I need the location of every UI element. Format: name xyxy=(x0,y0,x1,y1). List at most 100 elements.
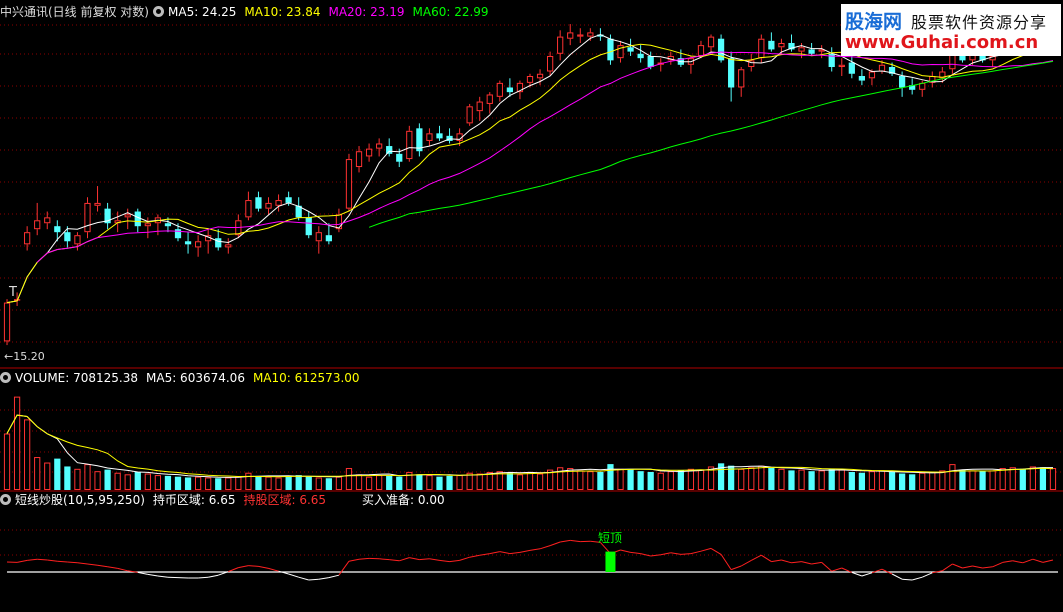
indicator-segment xyxy=(560,539,571,543)
indicator-segment xyxy=(801,561,812,565)
volume-header: VOLUME: 708125.38 MA5: 603674.06 MA10: 612… xyxy=(0,370,368,386)
indicator-segment xyxy=(962,565,973,569)
volume-bar xyxy=(235,476,242,490)
chart-title: 中兴通讯(日线 前复权 对数) xyxy=(0,5,149,19)
candle-body xyxy=(758,38,765,59)
indicator-header: 短线炒股(10,5,95,250) 持币区域: 6.65 持股区域: 6.65 买入准… xyxy=(0,492,453,508)
volume-bar xyxy=(878,470,886,490)
candle-body xyxy=(959,55,966,61)
indicator-segment xyxy=(87,563,98,566)
indicator-segment xyxy=(831,567,842,572)
volume-bar xyxy=(265,476,272,490)
indicator-segment xyxy=(1002,560,1013,563)
volume-bar xyxy=(3,433,11,490)
candle-body xyxy=(546,55,554,72)
indicator-segment xyxy=(912,576,923,581)
indicator-segment xyxy=(720,554,732,570)
volume-bar xyxy=(355,474,363,490)
volume-bar xyxy=(828,468,835,490)
volume-bar xyxy=(94,471,101,490)
candle-body xyxy=(144,223,151,227)
settings-gear-icon[interactable] xyxy=(153,6,164,17)
indicator-segment xyxy=(690,550,702,555)
candle-body xyxy=(335,214,343,230)
stock-chart xyxy=(0,24,1063,581)
indicator-segment xyxy=(1022,558,1034,564)
candle-body xyxy=(406,130,413,160)
candle-body xyxy=(44,217,51,224)
candle-body xyxy=(607,38,614,61)
volume-bars xyxy=(3,396,1057,491)
candle-body xyxy=(174,229,182,239)
candle-body xyxy=(557,36,564,54)
volume-bar xyxy=(376,475,383,491)
volume-bar xyxy=(969,470,976,490)
indicator-segment xyxy=(660,552,671,556)
indicator-segment xyxy=(16,559,28,563)
volume-bar xyxy=(868,471,876,490)
candle-body xyxy=(84,202,91,233)
indicator-segment xyxy=(972,565,983,569)
indicator-segment xyxy=(379,558,390,561)
volume-ma-lines xyxy=(6,414,1054,478)
volume-bar xyxy=(245,472,252,491)
volume-bar xyxy=(134,471,141,490)
volume-bar xyxy=(536,473,544,490)
indicator-segment xyxy=(620,549,631,553)
candle-body xyxy=(496,82,503,97)
indicator-segment xyxy=(248,565,259,567)
volume-bar xyxy=(84,464,91,491)
settings-gear-icon[interactable] xyxy=(0,372,11,383)
candle-body xyxy=(466,106,473,124)
volume-bar xyxy=(949,464,956,491)
volume-bar xyxy=(255,475,262,490)
volume-bar xyxy=(587,471,594,490)
volume-bar xyxy=(989,470,996,490)
candle-body xyxy=(868,71,876,79)
volume-bar xyxy=(1019,468,1026,490)
ma5-readout: MA5: 24.25 xyxy=(168,5,237,19)
candle-body xyxy=(768,40,775,50)
volume-bar xyxy=(486,471,493,491)
candle-body xyxy=(536,73,544,79)
volume-bar xyxy=(154,475,162,491)
indicator-segment xyxy=(137,571,148,575)
indicator-segment xyxy=(27,558,38,561)
volume-bar xyxy=(54,458,61,490)
volume-bar xyxy=(647,471,654,490)
volume-bar xyxy=(898,473,906,490)
candle-body xyxy=(436,133,443,139)
volume-bar xyxy=(446,475,453,490)
volume-bar xyxy=(858,472,866,490)
candle-body xyxy=(738,69,745,88)
indicator-segment xyxy=(429,558,440,561)
candle-body xyxy=(134,211,141,227)
indicator-segment xyxy=(952,563,963,569)
indicator-segment xyxy=(77,562,88,565)
volume-bar xyxy=(687,468,695,491)
volume-bar xyxy=(124,474,131,490)
indicator-segment xyxy=(570,539,581,543)
candle-body xyxy=(3,302,11,342)
volume-bar xyxy=(1039,467,1047,490)
volume-bar xyxy=(929,471,936,491)
indicator-series xyxy=(7,539,1058,581)
candle-body xyxy=(587,32,594,37)
candle-body xyxy=(355,151,363,168)
indicator-segment xyxy=(439,559,450,563)
indicator-segment xyxy=(710,547,722,555)
indicator-segment xyxy=(640,553,651,557)
indicator-segment xyxy=(318,577,329,580)
indicator-segment xyxy=(348,558,360,562)
volume-bar xyxy=(466,472,473,491)
indicator-segment xyxy=(740,559,752,567)
volume-ma10-line xyxy=(6,414,1054,478)
indicator-segment xyxy=(539,545,551,550)
short-top-label: 短顶 xyxy=(598,531,623,545)
volume-bar xyxy=(436,476,443,490)
buy-ready-readout: 买入准备: 0.00 xyxy=(362,493,445,507)
settings-gear-icon[interactable] xyxy=(0,494,11,505)
candle-body xyxy=(707,36,715,48)
volume-bar xyxy=(114,472,121,491)
indicator-segment xyxy=(198,576,209,579)
